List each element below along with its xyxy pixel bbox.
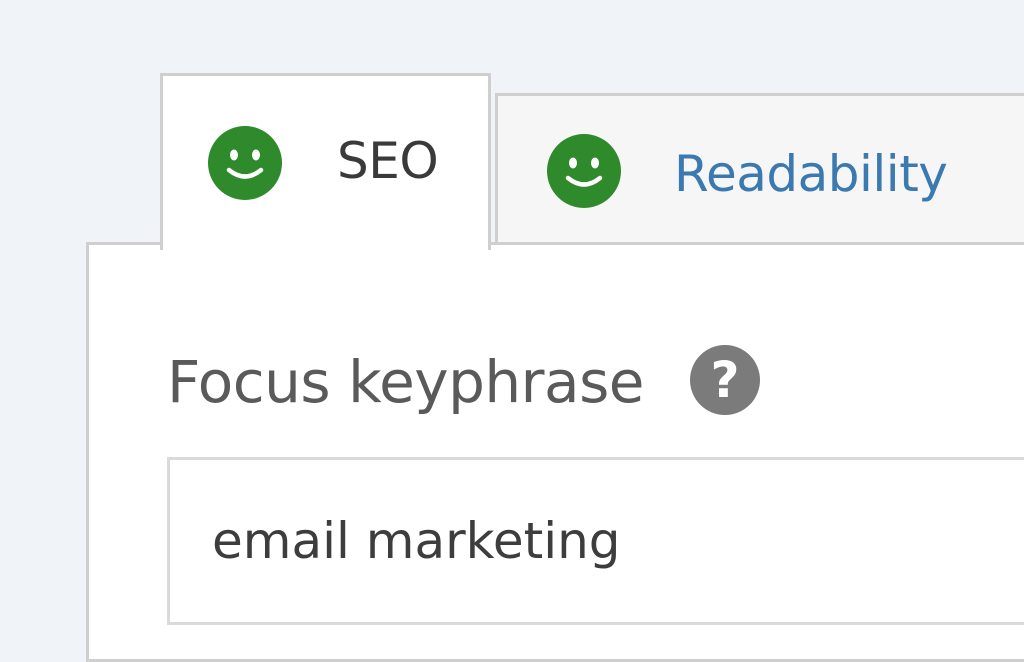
seo-panel: Focus keyphrase ? (86, 242, 1024, 662)
focus-keyphrase-label: Focus keyphrase (167, 348, 644, 416)
focus-keyphrase-input[interactable] (167, 457, 1024, 625)
tab-seo[interactable]: SEO (160, 73, 491, 250)
question-mark-icon[interactable]: ? (689, 345, 760, 415)
smiley-face-icon (546, 133, 622, 209)
tab-readability-label: Readability (674, 144, 948, 203)
tab-readability[interactable]: Readability (495, 93, 1024, 245)
tab-seo-label: SEO (337, 132, 439, 190)
smiley-face-icon (207, 125, 283, 201)
focus-keyphrase-label-row: Focus keyphrase ? (167, 345, 760, 416)
